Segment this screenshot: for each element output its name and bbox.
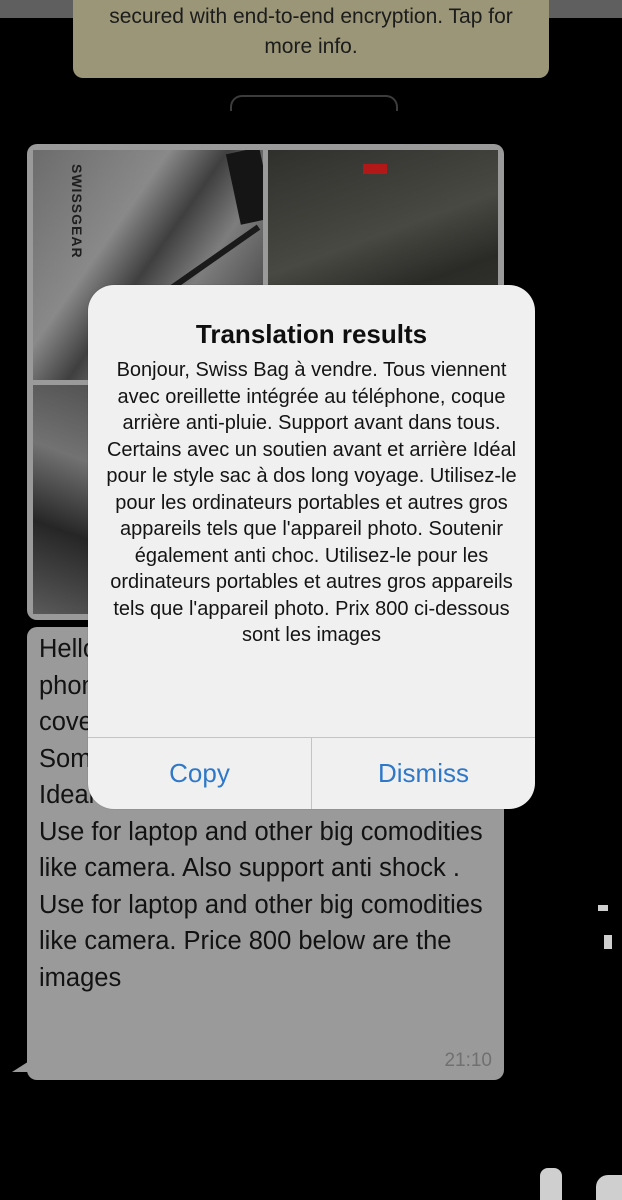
encryption-notice[interactable]: secured with end-to-end encryption. Tap … [73,0,549,78]
dialog-title: Translation results [195,319,428,349]
encryption-notice-text: secured with end-to-end encryption. Tap … [109,5,513,58]
tag-shape [363,164,387,174]
brand-label: SWISSGEAR [69,164,85,259]
background-fragment [604,935,612,949]
background-fragment [596,1175,622,1200]
background-fragment [598,905,608,911]
background-fragment [540,1168,562,1200]
message-timestamp: 21:10 [444,1050,492,1071]
tag-shape [225,150,263,225]
date-pill [230,95,398,111]
bubble-tail [12,1058,34,1072]
dialog-body-text: Bonjour, Swiss Bag à vendre. Tous vienne… [106,359,517,646]
copy-button[interactable]: Copy [88,738,311,809]
translation-dialog: Translation results Bonjour, Swiss Bag à… [88,285,535,809]
dismiss-button[interactable]: Dismiss [312,738,535,809]
